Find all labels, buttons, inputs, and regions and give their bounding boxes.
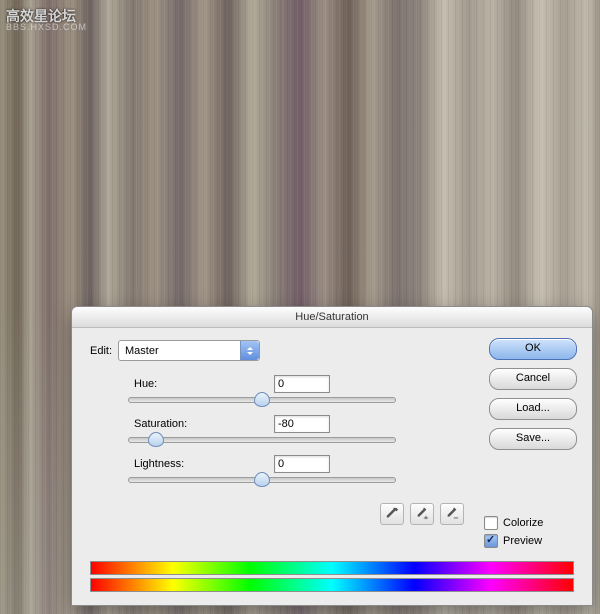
eyedropper-icon[interactable]	[380, 503, 404, 525]
spectrum-bottom	[90, 578, 574, 592]
colorize-label: Colorize	[503, 517, 543, 529]
lightness-thumb[interactable]	[254, 472, 270, 487]
preview-checkbox[interactable]	[484, 534, 498, 548]
spectrum-bars	[90, 561, 574, 595]
ok-button[interactable]: OK	[489, 338, 577, 360]
hue-thumb[interactable]	[254, 392, 270, 407]
lightness-input[interactable]	[274, 455, 330, 473]
hue-label: Hue:	[134, 378, 274, 390]
eyedropper-minus-icon[interactable]	[440, 503, 464, 525]
hue-slider[interactable]	[128, 397, 396, 403]
hue-saturation-dialog: Hue/Saturation Edit: Master Hue:	[71, 306, 593, 606]
eyedropper-plus-icon[interactable]	[410, 503, 434, 525]
edit-label: Edit:	[90, 345, 112, 357]
lightness-slider[interactable]	[128, 477, 396, 483]
saturation-slider[interactable]	[128, 437, 396, 443]
watermark-sub: BBS.HXSD.COM	[6, 22, 87, 32]
lightness-label: Lightness:	[134, 458, 274, 470]
load-button[interactable]: Load...	[489, 398, 577, 420]
saturation-input[interactable]	[274, 415, 330, 433]
spectrum-top	[90, 561, 574, 575]
edit-select-value: Master	[125, 345, 159, 357]
dialog-title: Hue/Saturation	[72, 307, 592, 328]
colorize-checkbox[interactable]	[484, 516, 498, 530]
select-arrows-icon	[240, 341, 259, 360]
saturation-thumb[interactable]	[148, 432, 164, 447]
cancel-button[interactable]: Cancel	[489, 368, 577, 390]
save-button[interactable]: Save...	[489, 428, 577, 450]
edit-select[interactable]: Master	[118, 340, 260, 361]
preview-label: Preview	[503, 535, 542, 547]
hue-input[interactable]	[274, 375, 330, 393]
saturation-label: Saturation:	[134, 418, 274, 430]
